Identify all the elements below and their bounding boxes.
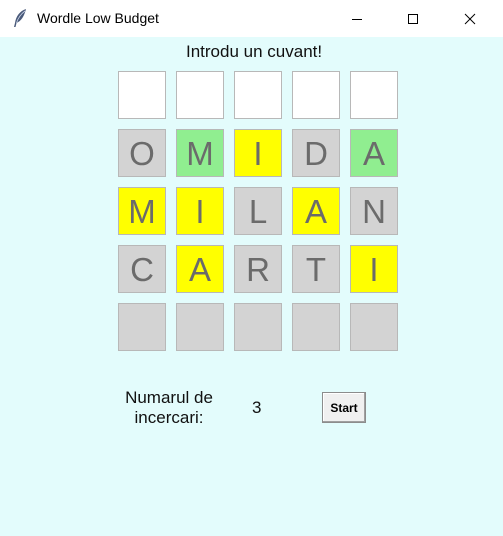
letter-cell — [176, 303, 224, 351]
maximize-button[interactable] — [390, 0, 436, 37]
letter-cell: I — [176, 187, 224, 235]
letter-cell: A — [350, 129, 398, 177]
letter-cell — [234, 303, 282, 351]
minimize-button[interactable] — [334, 0, 380, 37]
letter-cell: M — [176, 129, 224, 177]
close-icon — [464, 13, 476, 25]
letter-cell: M — [118, 187, 166, 235]
close-button[interactable] — [447, 0, 493, 37]
letter-cell: D — [292, 129, 340, 177]
letter-cell — [118, 71, 166, 119]
maximize-icon — [407, 13, 419, 25]
start-button[interactable]: Start — [322, 392, 366, 423]
window-title: Wordle Low Budget — [37, 10, 159, 26]
letter-cell: O — [118, 129, 166, 177]
letter-cell — [350, 303, 398, 351]
prompt-label: Introdu un cuvant! — [186, 42, 323, 61]
letter-cell — [292, 71, 340, 119]
letter-cell: A — [292, 187, 340, 235]
attempts-label-line: incercari: — [134, 408, 204, 427]
title-bar: Wordle Low Budget — [0, 0, 503, 37]
letter-cell — [234, 71, 282, 119]
minimize-icon — [351, 13, 363, 25]
letter-cell — [176, 71, 224, 119]
attempts-label-line: Numarul de — [125, 388, 213, 407]
letter-cell: N — [350, 187, 398, 235]
letter-cell: C — [118, 245, 166, 293]
app-window: Wordle Low Budget Introdu un cuvant! OMI… — [0, 0, 503, 536]
letter-cell: T — [292, 245, 340, 293]
letter-cell: I — [234, 129, 282, 177]
letter-cell: L — [234, 187, 282, 235]
letter-cell — [350, 71, 398, 119]
letter-cell: R — [234, 245, 282, 293]
attempts-count: 3 — [252, 398, 262, 417]
letter-cell: A — [176, 245, 224, 293]
letter-cell — [118, 303, 166, 351]
letter-cell: I — [350, 245, 398, 293]
feather-icon — [12, 8, 30, 28]
attempts-label: Numarul de incercari: — [112, 388, 226, 428]
letter-cell — [292, 303, 340, 351]
